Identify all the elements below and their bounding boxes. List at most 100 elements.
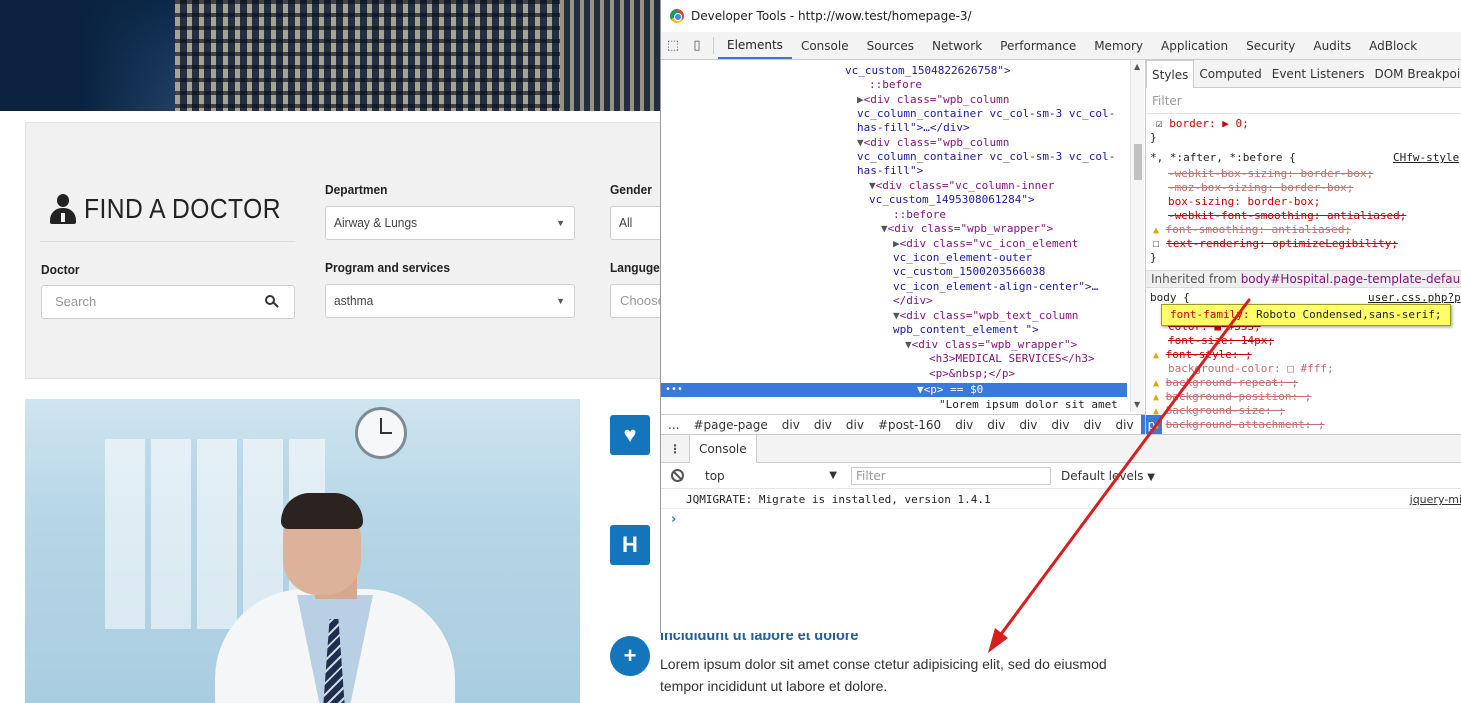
css-source-link[interactable]: CHfw-style: [1393, 151, 1459, 165]
breadcrumb-item[interactable]: div: [980, 418, 1012, 432]
dom-line[interactable]: </div>: [893, 294, 933, 308]
dom-line[interactable]: ▼<div class="wpb_column: [857, 136, 1009, 150]
console-prompt[interactable]: ›: [671, 512, 676, 527]
tab-network[interactable]: Network: [923, 32, 991, 59]
breadcrumb-item[interactable]: div: [807, 418, 839, 432]
dom-ellipsis: •••: [665, 384, 684, 395]
inherited-from-bar: Inherited from body#Hospital.page-templa…: [1146, 270, 1461, 288]
dom-line[interactable]: vc_icon_element-outer: [893, 251, 1032, 265]
devtools-titlebar: Developer Tools - http://wow.test/homepa…: [661, 0, 1461, 32]
dom-line[interactable]: ▼<div class="vc_column-inner: [869, 179, 1054, 193]
console-message-source[interactable]: jquery-mi: [1410, 493, 1461, 506]
elements-scrollbar[interactable]: ▲ ▼: [1130, 60, 1144, 412]
css-rule-line[interactable]: font-size: 14px;: [1168, 334, 1274, 348]
css-source-link[interactable]: user.css.php?p: [1368, 291, 1461, 305]
chevron-down-icon: ▼: [556, 218, 565, 228]
tab-computed[interactable]: Computed: [1194, 67, 1266, 81]
tab-adblock[interactable]: AdBlock: [1360, 32, 1426, 59]
tab-memory[interactable]: Memory: [1085, 32, 1152, 59]
console-drawer-tab[interactable]: Console: [689, 434, 757, 463]
dom-line[interactable]: vc_column_container vc_col-sm-3 vc_col-: [857, 107, 1115, 121]
breadcrumb-item[interactable]: div: [1076, 418, 1108, 432]
dom-line[interactable]: "Lorem ipsum dolor sit amet: [939, 398, 1118, 412]
css-rule-line[interactable]: ☑ border: ▶ 0;: [1156, 117, 1249, 131]
device-toolbar-icon[interactable]: ▯: [685, 32, 709, 59]
doctor-icon: [50, 194, 76, 224]
breadcrumb-item[interactable]: #post-160: [871, 418, 948, 432]
breadcrumb-item[interactable]: div: [839, 418, 871, 432]
breadcrumb-item[interactable]: div: [775, 418, 807, 432]
css-rule-line[interactable]: ▲ font-smoothing: antialiased;: [1153, 223, 1351, 237]
tab-elements[interactable]: Elements: [718, 32, 792, 59]
program-select[interactable]: asthma ▼: [325, 284, 575, 318]
clear-console-icon[interactable]: [671, 469, 684, 482]
devtools-tabbar: ⬚ ▯ Elements Console Sources Network Per…: [661, 32, 1461, 60]
console-filter-input[interactable]: Filter: [851, 467, 1051, 485]
css-rule-line[interactable]: -webkit-box-sizing: border-box;: [1168, 167, 1373, 181]
css-rule-line[interactable]: ▲ background-repeat: ;: [1153, 376, 1298, 390]
css-rule-line[interactable]: ▲ background-attachment: ;: [1153, 418, 1325, 432]
css-rule-line[interactable]: -moz-box-sizing: border-box;: [1168, 181, 1353, 195]
css-rule-line[interactable]: ☐ text-rendering: optimizeLegibility;: [1153, 237, 1398, 251]
css-rule-line[interactable]: ▲ background-size: ;: [1153, 404, 1285, 418]
tab-performance[interactable]: Performance: [991, 32, 1085, 59]
find-doctor-panel: [25, 122, 685, 379]
heading-divider: [40, 241, 295, 242]
css-selector[interactable]: body {: [1150, 291, 1190, 305]
context-select[interactable]: top ▼: [705, 463, 837, 489]
search-icon[interactable]: [265, 295, 279, 308]
css-rule-line: }: [1150, 251, 1157, 264]
warning-icon: ▲: [1153, 225, 1160, 236]
selected-node-highlight: [661, 383, 1127, 397]
styles-pane: Styles Computed Event Listeners DOM Brea…: [1145, 60, 1461, 434]
dom-line[interactable]: vc_icon_element-align-center">…: [893, 280, 1098, 294]
program-label: Program and services: [325, 260, 450, 275]
dom-line[interactable]: ▼<div class="wpb_wrapper">: [905, 338, 1077, 352]
styles-filter-input[interactable]: Filter: [1146, 88, 1461, 114]
doctor-search-input[interactable]: Search: [41, 285, 295, 319]
tab-audits[interactable]: Audits: [1304, 32, 1360, 59]
dom-line[interactable]: wpb_content_element ">: [893, 323, 1039, 337]
breadcrumb-item[interactable]: #page-page: [686, 418, 774, 432]
dom-line[interactable]: vc_custom_1500203566038: [893, 265, 1045, 279]
inspect-element-icon[interactable]: ⬚: [661, 32, 685, 59]
warning-icon: ▲: [1153, 350, 1160, 361]
dom-line[interactable]: vc_custom_1495308061284">: [869, 193, 1035, 207]
css-rule-line[interactable]: -webkit-font-smoothing: antialiased;: [1168, 209, 1406, 223]
dom-line[interactable]: has-fill">…</div>: [857, 121, 970, 135]
log-levels-select[interactable]: Default levels ▼: [1061, 463, 1155, 491]
breadcrumb-item[interactable]: div: [1109, 418, 1141, 432]
dom-line[interactable]: <p>&nbsp;</p>: [929, 367, 1015, 381]
dom-line[interactable]: has-fill">: [857, 164, 923, 178]
breadcrumb-item[interactable]: ...: [661, 418, 686, 432]
dom-line[interactable]: ▶<div class="wpb_column: [857, 93, 1009, 107]
kebab-menu-icon[interactable]: ⋮: [661, 442, 689, 456]
dom-line[interactable]: ▼<div class="wpb_wrapper">: [881, 222, 1053, 236]
breadcrumb: ... #page-page div div div #post-160 div…: [661, 414, 1163, 435]
inherited-selector-link[interactable]: body#Hospital.page-template-default: [1241, 272, 1461, 286]
css-rule-line[interactable]: background-color: □ #fff;: [1168, 362, 1334, 376]
css-rule-line[interactable]: ▲ font-style: ;: [1153, 348, 1252, 362]
css-selector[interactable]: *, *:after, *:before {: [1150, 151, 1296, 165]
css-rule-line[interactable]: ▲ background-position: ;: [1153, 390, 1311, 404]
breadcrumb-item[interactable]: div: [1012, 418, 1044, 432]
dom-line[interactable]: ::before: [893, 208, 946, 222]
tab-application[interactable]: Application: [1152, 32, 1237, 59]
dom-line[interactable]: ▶<div class="vc_icon_element: [893, 237, 1078, 251]
css-rule-line[interactable]: box-sizing: border-box;: [1168, 195, 1320, 209]
tab-security[interactable]: Security: [1237, 32, 1304, 59]
dom-line[interactable]: vc_custom_1504822626758">: [845, 64, 1011, 78]
tab-dom-breakpoints[interactable]: DOM Breakpoints: [1369, 67, 1461, 81]
tab-console[interactable]: Console: [792, 32, 858, 59]
dom-line[interactable]: <h3>MEDICAL SERVICES</h3>: [929, 352, 1095, 366]
tab-sources[interactable]: Sources: [858, 32, 923, 59]
department-select[interactable]: Airway & Lungs ▼: [325, 206, 575, 240]
dom-line[interactable]: ::before: [869, 78, 922, 92]
tab-styles[interactable]: Styles: [1146, 60, 1195, 88]
breadcrumb-item[interactable]: div: [1044, 418, 1076, 432]
breadcrumb-item[interactable]: div: [948, 418, 980, 432]
dom-line-selected[interactable]: ▼<p> == $0: [917, 383, 983, 397]
dom-line[interactable]: vc_column_container vc_col-sm-3 vc_col-: [857, 150, 1115, 164]
tab-event-listeners[interactable]: Event Listeners: [1267, 67, 1370, 81]
dom-line[interactable]: ▼<div class="wpb_text_column: [893, 309, 1078, 323]
